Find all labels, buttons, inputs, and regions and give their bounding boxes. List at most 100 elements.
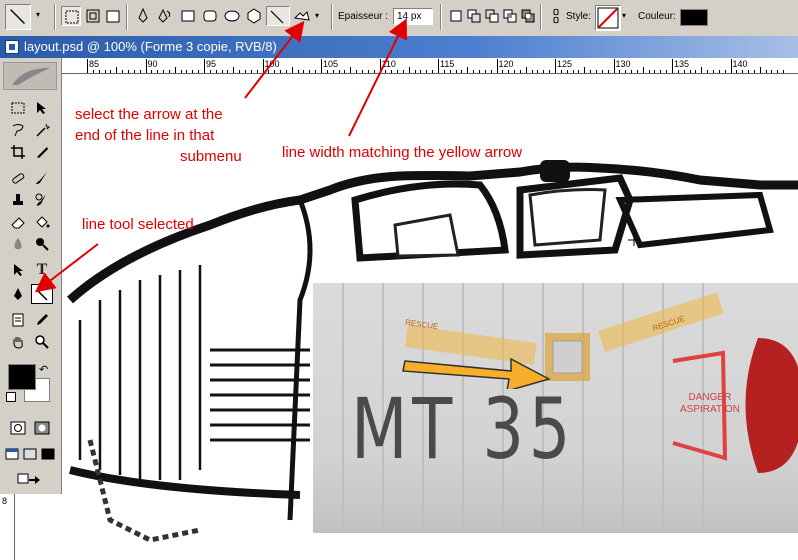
subtract-shape-area-icon[interactable]	[482, 6, 502, 26]
ruler-tick	[432, 70, 434, 73]
full-screen-menu-icon[interactable]	[21, 444, 39, 464]
blur-drop-icon[interactable]	[7, 234, 29, 254]
geometry-options-chevron-down-icon[interactable]: ▾	[315, 11, 325, 21]
link-layer-icon[interactable]	[546, 6, 566, 26]
danger-aspiration-marking: DANGER ASPIRATION	[680, 392, 740, 416]
ruler-tick	[572, 70, 574, 73]
pen-icon[interactable]	[7, 284, 29, 304]
ruler-label: 130	[615, 59, 631, 69]
eraser-icon[interactable]	[7, 212, 29, 232]
color-swatch[interactable]	[680, 9, 708, 26]
hand-tool-icon[interactable]	[7, 332, 29, 352]
ruler-label: 135	[674, 59, 690, 69]
ellipse-tool-icon[interactable]	[222, 6, 242, 26]
magic-wand-icon[interactable]	[31, 120, 53, 140]
ruler-tick	[490, 70, 492, 73]
foreground-color-swatch[interactable]	[8, 364, 36, 390]
ruler-tick	[98, 70, 100, 73]
ruler-tick	[730, 59, 732, 73]
style-swatch-none-icon[interactable]	[595, 5, 621, 31]
new-shape-layer-icon[interactable]	[446, 6, 466, 26]
ruler-tick	[531, 70, 533, 73]
ruler-tick	[666, 70, 668, 73]
aspiration-text: ASPIRATION	[680, 404, 740, 415]
line-tool-option-icon[interactable]	[266, 6, 290, 26]
lasso-icon[interactable]	[7, 120, 29, 140]
ruler-tick	[391, 70, 393, 73]
quick-mask-mode-icon[interactable]	[31, 418, 53, 438]
intersect-shape-areas-icon[interactable]	[500, 6, 520, 26]
ruler-tick	[736, 70, 738, 73]
paint-bucket-icon[interactable]	[31, 212, 53, 232]
ruler-tick	[402, 70, 404, 73]
standard-screen-icon[interactable]	[3, 444, 21, 464]
ruler-tick	[426, 70, 428, 73]
current-tool-preset-line-icon[interactable]	[5, 4, 31, 30]
line-weight-input[interactable]: 14 px	[393, 8, 433, 25]
rectangle-tool-icon[interactable]	[178, 6, 198, 26]
ruler-tick	[677, 70, 679, 73]
mt35-marking: MT 35	[351, 380, 576, 478]
history-brush-icon[interactable]	[31, 190, 53, 210]
ruler-tick	[104, 70, 106, 73]
pen-tool-icon[interactable]	[133, 6, 153, 26]
healing-brush-icon[interactable]	[7, 168, 29, 188]
couleur-label: Couleur:	[638, 11, 676, 22]
ruler-tick	[473, 70, 475, 73]
custom-shape-icon[interactable]	[292, 6, 314, 26]
add-to-shape-area-icon[interactable]	[464, 6, 484, 26]
preset-dropdown-icon[interactable]: ▾	[36, 10, 46, 20]
standard-mode-icon[interactable]	[7, 418, 29, 438]
ruler-tick	[590, 70, 592, 73]
ruler-tick	[408, 67, 410, 73]
burn-tool-icon[interactable]	[31, 234, 53, 254]
ruler-tick	[765, 70, 767, 73]
ruler-tick	[227, 70, 229, 73]
ruler-tick	[163, 70, 165, 73]
ruler-tick	[777, 70, 779, 73]
notes-icon[interactable]	[7, 310, 29, 330]
shape-layers-icon[interactable]	[61, 6, 81, 26]
crop-icon[interactable]	[7, 142, 29, 162]
line-tool-icon[interactable]	[31, 284, 53, 304]
ruler-tick	[461, 70, 463, 73]
full-screen-icon[interactable]	[39, 444, 57, 464]
eyedropper-icon[interactable]	[31, 310, 53, 330]
rounded-rectangle-icon[interactable]	[200, 6, 220, 26]
document-canvas[interactable]: MT 35 DANGER ASPIRATION RESCUE RESCUE se…	[62, 74, 798, 560]
danger-text: DANGER	[688, 392, 732, 403]
ruler-tick	[514, 70, 516, 73]
ruler-tick	[636, 70, 638, 73]
ruler-tick	[619, 70, 621, 73]
style-dropdown-chevron-down-icon[interactable]: ▾	[622, 11, 632, 21]
brush-icon[interactable]	[31, 168, 53, 188]
ruler-tick	[484, 70, 486, 73]
polygon-tool-icon[interactable]	[244, 6, 264, 26]
slice-icon[interactable]	[31, 142, 53, 162]
ruler-tick	[321, 59, 322, 73]
ruler-tick	[338, 70, 340, 73]
ruler-label: 120	[498, 59, 514, 69]
fill-pixels-icon[interactable]	[103, 6, 123, 26]
vertical-ruler: 8	[0, 494, 15, 560]
ruler-tick	[303, 70, 305, 73]
swap-colors-icon[interactable]: ↶	[39, 363, 48, 376]
ruler-tick	[367, 70, 369, 73]
ruler-tick	[783, 70, 785, 73]
type-tool-icon[interactable]: T	[31, 260, 53, 280]
default-colors-icon[interactable]	[6, 392, 16, 402]
path-selection-icon[interactable]	[7, 260, 29, 280]
exclude-overlapping-areas-icon[interactable]	[518, 6, 538, 26]
freeform-pen-icon[interactable]	[155, 6, 175, 26]
jump-to-imageready-icon[interactable]	[13, 468, 49, 488]
rectangular-marquee-icon[interactable]	[7, 98, 29, 118]
annotation-arrow-head-line-1: select the arrow at the	[75, 106, 223, 123]
move-tool-icon[interactable]	[31, 98, 53, 118]
zoom-magnifier-icon[interactable]	[31, 332, 53, 352]
annotation-arrow-head: select the arrow at the end of the line …	[75, 104, 242, 167]
paths-icon[interactable]	[83, 6, 103, 26]
ruler-tick	[496, 59, 498, 73]
feather-logo-icon[interactable]	[3, 62, 57, 90]
clone-stamp-icon[interactable]	[7, 190, 29, 210]
ruler-tick	[356, 70, 358, 73]
